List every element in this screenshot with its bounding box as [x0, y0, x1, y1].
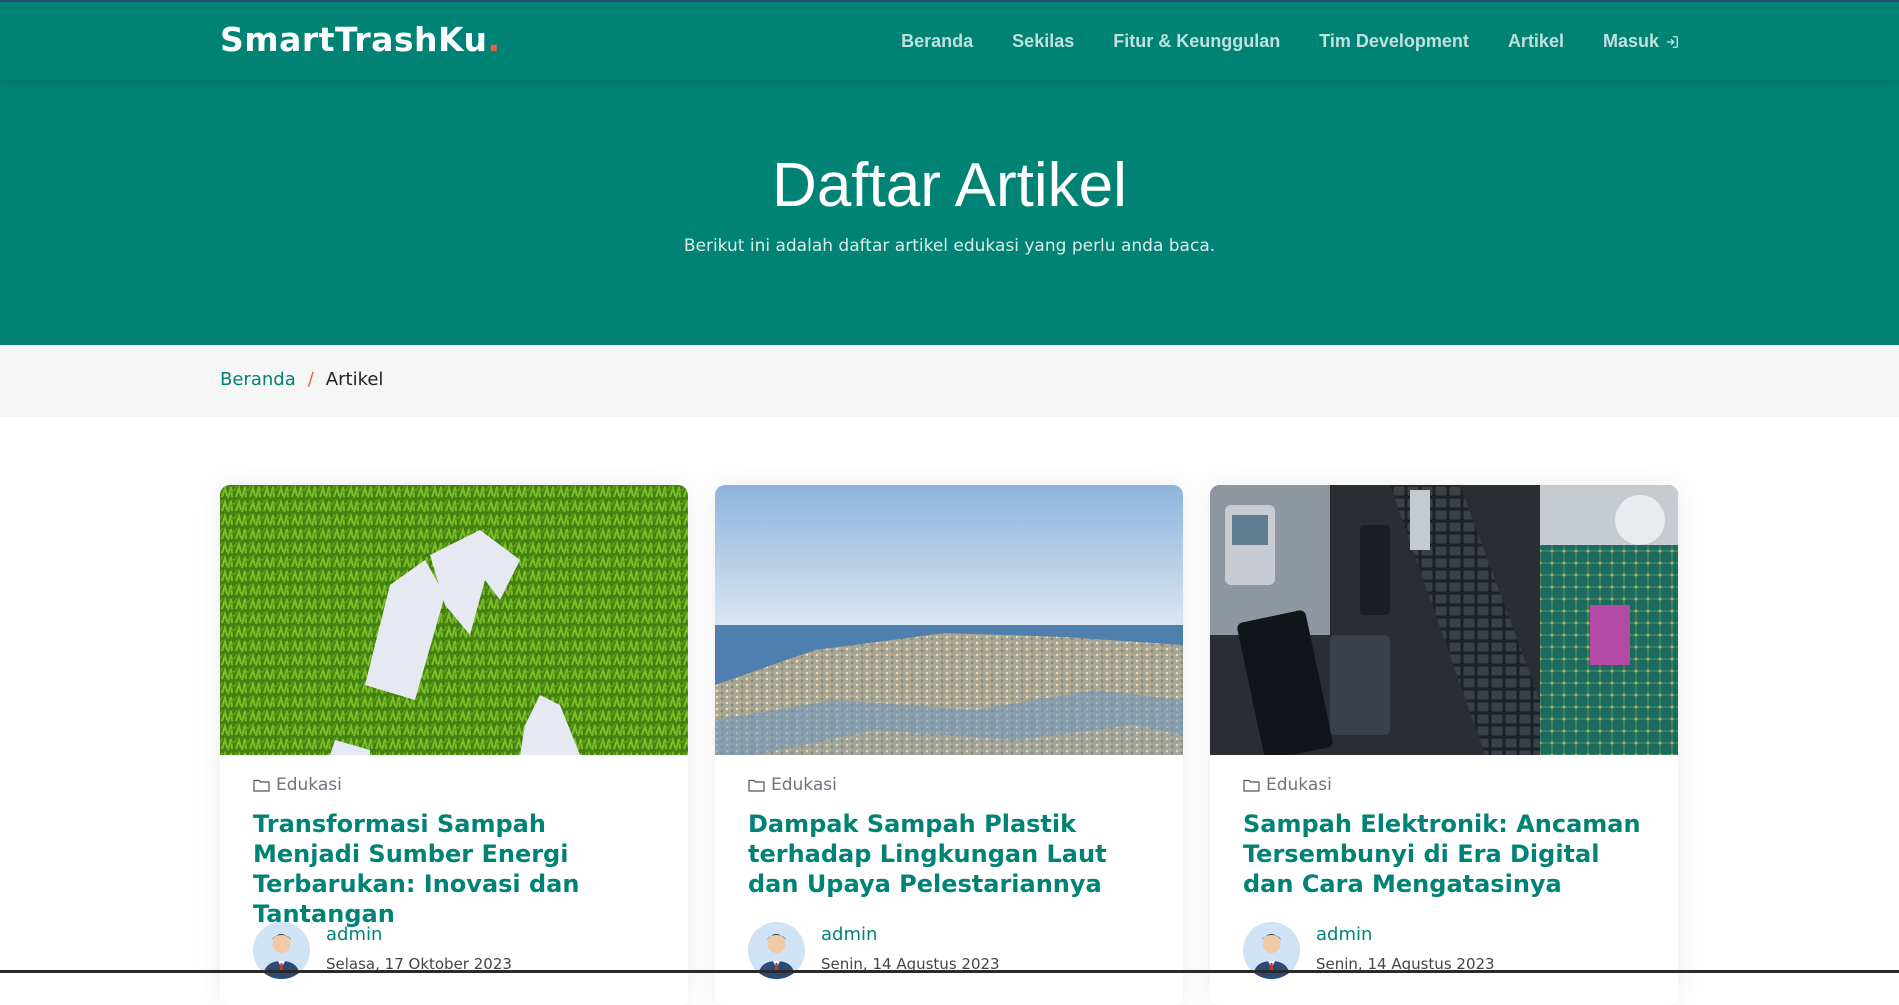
- nav-item-masuk[interactable]: Masuk: [1603, 31, 1679, 52]
- nav-label: Beranda: [901, 31, 974, 51]
- author-name[interactable]: admin: [1316, 924, 1495, 945]
- recycle-symbol-on-grass-image[interactable]: [220, 485, 688, 755]
- page-subtitle: Berikut ini adalah daftar artikel edukas…: [683, 236, 1216, 256]
- nav-item-sekilas[interactable]: Sekilas: [1012, 31, 1074, 52]
- nav-label: Masuk: [1602, 31, 1659, 51]
- folder-icon: [1243, 779, 1260, 792]
- main-nav: Beranda Sekilas Fitur & Keunggulan Tim D…: [901, 31, 1679, 52]
- page-title: Daftar Artikel: [772, 151, 1127, 220]
- site-header: SmartTrashKu. Beranda Sekilas Fitur & Ke…: [0, 2, 1899, 80]
- folder-icon: [748, 779, 765, 792]
- brand-dot: .: [487, 20, 501, 59]
- card-body: Edukasi Sampah Elektronik: Ancaman Terse…: [1210, 755, 1678, 899]
- category-label: Edukasi: [771, 775, 837, 795]
- author-text: admin Senin, 14 Agustus 2023: [821, 922, 1000, 973]
- page-hero: Daftar Artikel Berikut ini adalah daftar…: [0, 80, 1899, 345]
- author-text: admin Senin, 14 Agustus 2023: [1316, 922, 1495, 973]
- card-category[interactable]: Edukasi: [1243, 775, 1645, 795]
- nav-label: Artikel: [1507, 31, 1564, 51]
- nav-item-fitur[interactable]: Fitur & Keunggulan: [1113, 31, 1280, 52]
- breadcrumb-separator: /: [307, 369, 314, 390]
- breadcrumb-bar: Beranda / Artikel: [0, 345, 1899, 417]
- breadcrumb: Beranda / Artikel: [220, 369, 383, 390]
- card-category[interactable]: Edukasi: [748, 775, 1150, 795]
- brand-logo[interactable]: SmartTrashKu.: [220, 20, 501, 59]
- author-name[interactable]: admin: [326, 924, 512, 945]
- category-label: Edukasi: [276, 775, 342, 795]
- nav-item-beranda[interactable]: Beranda: [901, 31, 973, 52]
- nav-label: Sekilas: [1012, 31, 1075, 51]
- nav-item-tim[interactable]: Tim Development: [1319, 31, 1469, 52]
- nav-label: Tim Development: [1319, 31, 1469, 51]
- article-card[interactable]: Edukasi Dampak Sampah Plastik terhadap L…: [715, 485, 1183, 1005]
- article-title[interactable]: Transformasi Sampah Menjadi Sumber Energ…: [253, 809, 655, 929]
- nav-label: Fitur & Keunggulan: [1113, 31, 1281, 51]
- article-card[interactable]: Edukasi Transformasi Sampah Menjadi Sumb…: [220, 485, 688, 1005]
- ocean-plastic-waste-image[interactable]: [715, 485, 1183, 755]
- author-name[interactable]: admin: [821, 924, 1000, 945]
- article-card[interactable]: Edukasi Sampah Elektronik: Ancaman Terse…: [1210, 485, 1678, 1005]
- nav-item-artikel[interactable]: Artikel: [1508, 31, 1564, 52]
- category-label: Edukasi: [1266, 775, 1332, 795]
- breadcrumb-home-link[interactable]: Beranda: [220, 369, 296, 390]
- folder-icon: [253, 779, 270, 792]
- brand-name: SmartTrashKu: [220, 20, 488, 59]
- login-icon: [1666, 35, 1678, 48]
- breadcrumb-current: Artikel: [325, 369, 384, 390]
- author-text: admin Selasa, 17 Oktober 2023: [326, 922, 512, 973]
- electronic-waste-pile-image[interactable]: [1210, 485, 1678, 755]
- article-title[interactable]: Sampah Elektronik: Ancaman Tersembunyi d…: [1243, 809, 1645, 899]
- card-category[interactable]: Edukasi: [253, 775, 655, 795]
- card-body: Edukasi Transformasi Sampah Menjadi Sumb…: [220, 755, 688, 929]
- article-title[interactable]: Dampak Sampah Plastik terhadap Lingkunga…: [748, 809, 1150, 899]
- card-body: Edukasi Dampak Sampah Plastik terhadap L…: [715, 755, 1183, 899]
